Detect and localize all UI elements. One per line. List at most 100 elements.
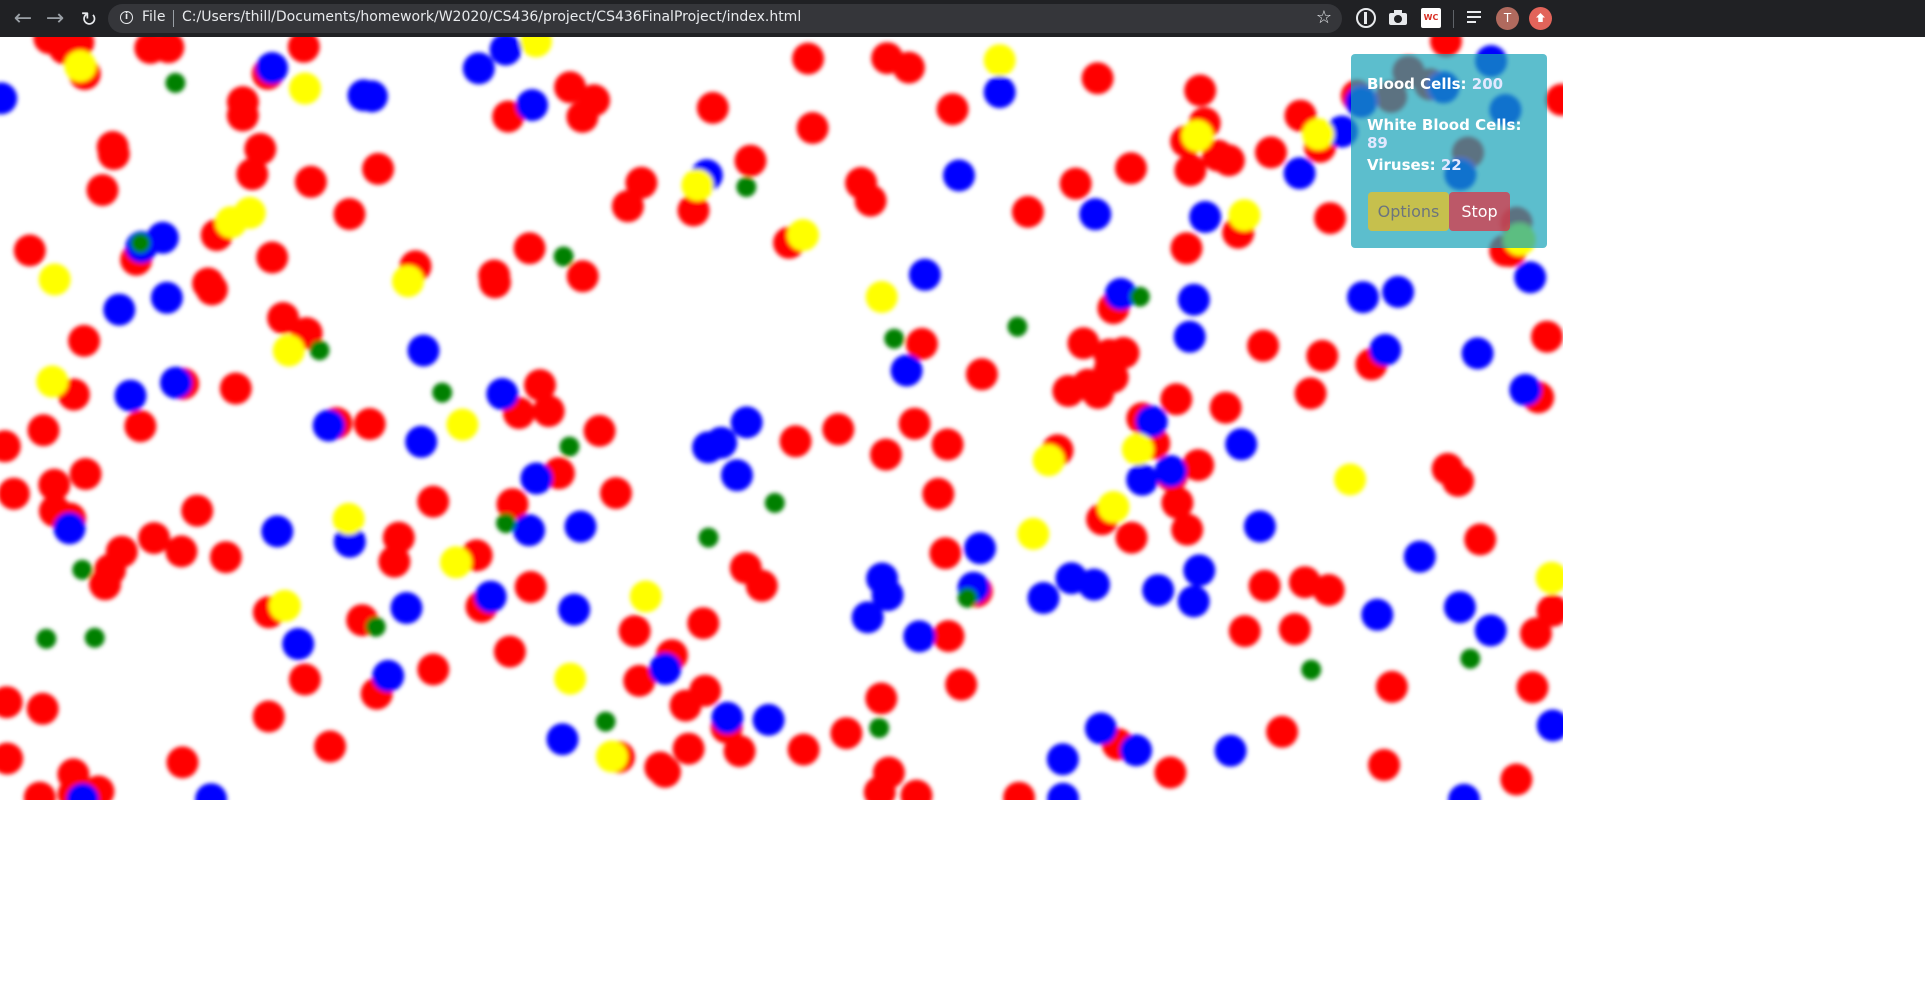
red-blood-cell: [965, 358, 998, 391]
red-blood-cell: [1081, 62, 1114, 95]
white-blood-cell: [282, 628, 315, 660]
extension-circle-icon[interactable]: [1356, 8, 1376, 28]
red-blood-cell: [898, 407, 931, 440]
red-blood-cell: [97, 138, 130, 170]
yellow-cell: [983, 44, 1016, 77]
yellow-cell: [1121, 433, 1154, 466]
bookmark-star-icon[interactable]: ☆: [1316, 7, 1332, 28]
yellow-cell: [865, 281, 898, 313]
white-blood-cell: [1369, 333, 1402, 366]
red-blood-cell: [1464, 523, 1497, 556]
red-blood-cell: [566, 100, 599, 133]
red-blood-cell: [27, 414, 60, 447]
red-blood-cell: [219, 372, 252, 405]
red-blood-cell: [252, 700, 285, 733]
virus: [309, 340, 330, 361]
virus: [130, 233, 151, 254]
white-blood-cell: [1120, 734, 1153, 767]
red-blood-cell: [1182, 449, 1215, 482]
red-blood-cell: [870, 438, 902, 471]
red-blood-cell: [1294, 377, 1327, 410]
virus: [884, 328, 905, 349]
white-blood-cell: [1461, 337, 1494, 370]
virus: [1007, 316, 1028, 337]
blood-cells-value: 200: [1471, 75, 1504, 93]
white-blood-cell: [405, 425, 438, 458]
red-blood-cell: [1278, 613, 1311, 646]
virus: [496, 513, 516, 534]
browser-toolbar: ← → ↻ i File C:/Users/thill/Documents/ho…: [0, 0, 1925, 37]
simulation-canvas[interactable]: [0, 37, 1563, 800]
white-blood-cell: [983, 76, 1016, 109]
forward-arrow-icon[interactable]: →: [40, 4, 70, 34]
white-blood-cell: [871, 579, 904, 612]
yellow-cell: [1097, 491, 1130, 523]
red-blood-cell: [1115, 521, 1148, 554]
red-blood-cell: [181, 494, 214, 527]
red-blood-cell: [226, 99, 259, 132]
red-blood-cell: [26, 692, 59, 725]
red-blood-cell: [524, 369, 556, 402]
white-blood-cell: [692, 431, 725, 464]
url-text[interactable]: C:/Users/thill/Documents/homework/W2020/…: [182, 9, 801, 25]
white-blood-cell: [890, 354, 923, 387]
virus: [553, 246, 574, 267]
white-blood-cell: [1126, 463, 1159, 496]
red-blood-cell: [417, 653, 450, 686]
red-blood-cell: [1314, 202, 1347, 235]
profile-avatar[interactable]: T: [1496, 7, 1519, 30]
red-blood-cell: [1059, 167, 1092, 200]
address-bar[interactable]: i File C:/Users/thill/Documents/homework…: [108, 4, 1342, 33]
red-blood-cell: [792, 42, 825, 75]
red-blood-cell: [1171, 513, 1204, 546]
red-blood-cell: [649, 755, 681, 788]
yellow-cell: [1017, 517, 1050, 550]
red-blood-cell: [353, 408, 386, 440]
red-blood-cell: [209, 541, 242, 574]
red-blood-cell: [124, 410, 157, 443]
virus: [432, 382, 453, 403]
red-blood-cell: [1545, 83, 1563, 116]
red-blood-cell: [314, 730, 347, 763]
yellow-cell: [64, 50, 97, 82]
white-blood-cell: [1177, 585, 1210, 618]
extension-home-icon[interactable]: [1529, 7, 1552, 30]
yellow-cell: [1228, 199, 1261, 232]
red-blood-cell: [945, 668, 978, 701]
stop-button[interactable]: Stop: [1449, 192, 1510, 231]
blood-cells-stat: Blood Cells: 200: [1367, 75, 1503, 93]
white-blood-cell: [160, 366, 192, 399]
extension-wc-icon[interactable]: WC: [1421, 8, 1441, 28]
red-blood-cell: [929, 537, 962, 570]
red-blood-cell: [138, 522, 171, 555]
red-blood-cell: [618, 615, 651, 648]
media-queue-icon[interactable]: [1465, 8, 1485, 28]
white-blood-cell: [407, 334, 440, 367]
back-arrow-icon[interactable]: ←: [8, 4, 38, 34]
cells-layer: [0, 37, 1563, 800]
red-blood-cell: [672, 732, 705, 765]
red-blood-cell: [1228, 615, 1261, 648]
yellow-cell: [332, 502, 365, 535]
info-icon[interactable]: i: [120, 11, 133, 24]
white-blood-cell: [1509, 373, 1542, 406]
white-blood-cell: [564, 510, 597, 543]
white-blood-cell: [1283, 157, 1316, 190]
virus: [736, 177, 757, 197]
red-blood-cell: [1184, 74, 1217, 107]
white-blood-cells-value: 89: [1367, 134, 1388, 152]
white-blood-cell: [1135, 405, 1168, 438]
yellow-cell: [440, 546, 472, 579]
options-button[interactable]: Options: [1368, 192, 1449, 231]
red-blood-cell: [625, 166, 658, 199]
white-blood-cell: [1225, 428, 1258, 461]
reload-icon[interactable]: ↻: [74, 4, 104, 34]
virus: [957, 587, 978, 608]
red-blood-cell: [69, 458, 102, 490]
red-blood-cell: [1368, 749, 1401, 781]
white-blood-cell: [1183, 554, 1216, 587]
red-blood-cell: [1516, 671, 1549, 704]
white-blood-cell: [1214, 734, 1247, 767]
white-blood-cell: [256, 52, 289, 84]
camera-icon[interactable]: [1388, 8, 1408, 28]
